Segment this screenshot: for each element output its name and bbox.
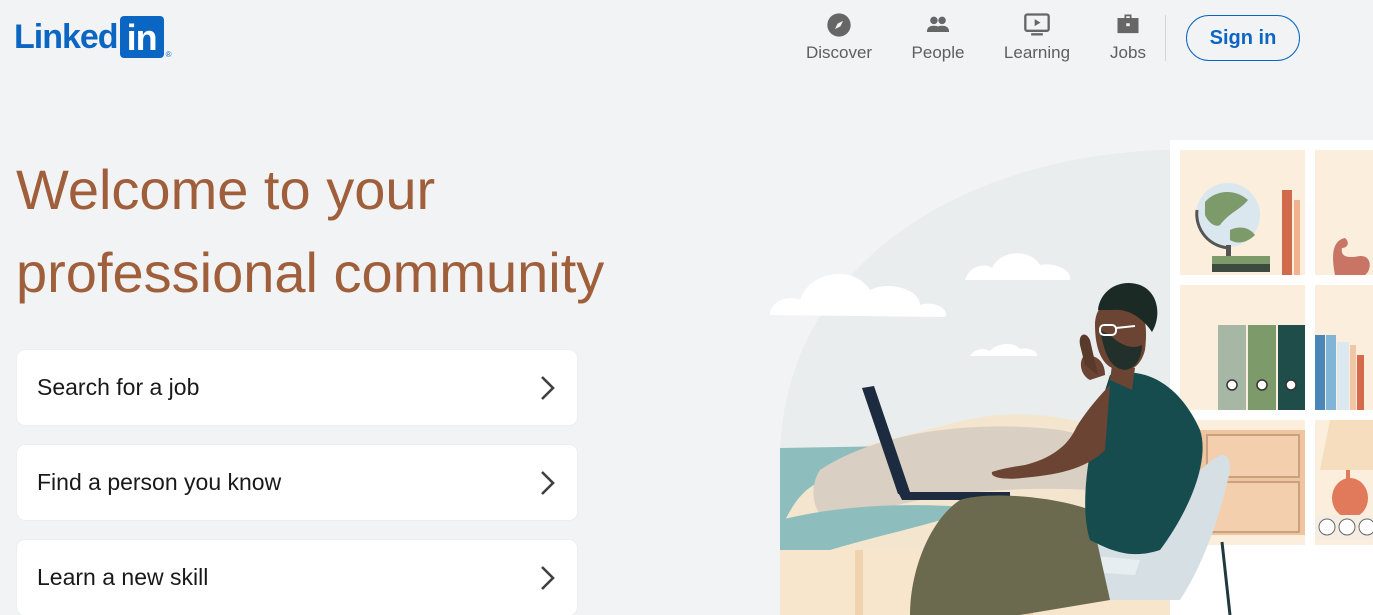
find-person-card[interactable]: Find a person you know <box>17 445 577 520</box>
chevron-right-icon <box>541 375 555 400</box>
nav-jobs-label: Jobs <box>1110 43 1146 62</box>
nav-divider <box>1165 15 1166 61</box>
hero-illustration <box>770 140 1373 615</box>
learn-skill-card[interactable]: Learn a new skill <box>17 540 577 615</box>
people-icon <box>926 16 950 32</box>
logo-wordmark: Linked <box>14 18 119 56</box>
find-person-label: Find a person you know <box>37 469 282 495</box>
search-job-label: Search for a job <box>37 374 200 400</box>
video-play-icon <box>1024 13 1050 36</box>
nav-people-label: People <box>911 43 965 62</box>
page-headline: Welcome to your professional community <box>16 148 716 314</box>
search-job-card[interactable]: Search for a job <box>17 350 577 425</box>
linkedin-logo[interactable]: Linked in ® <box>14 16 172 59</box>
chevron-right-icon <box>541 565 555 590</box>
nav-learning[interactable]: Learning <box>1002 11 1072 67</box>
sign-in-button[interactable]: Sign in <box>1186 15 1300 61</box>
nav-people[interactable]: People <box>910 11 966 67</box>
briefcase-icon <box>1117 14 1139 34</box>
logo-in-box: in <box>119 16 164 58</box>
nav-discover-label: Discover <box>805 43 873 62</box>
registered-mark: ® <box>165 50 172 59</box>
nav-jobs[interactable]: Jobs <box>1108 11 1148 67</box>
nav-discover[interactable]: Discover <box>805 11 873 67</box>
chevron-right-icon <box>541 470 555 495</box>
headline-line-1: Welcome to your <box>16 158 436 221</box>
learn-skill-label: Learn a new skill <box>37 564 209 590</box>
compass-icon <box>827 13 851 37</box>
nav-learning-label: Learning <box>1003 43 1071 62</box>
headline-line-2: professional community <box>16 241 605 304</box>
